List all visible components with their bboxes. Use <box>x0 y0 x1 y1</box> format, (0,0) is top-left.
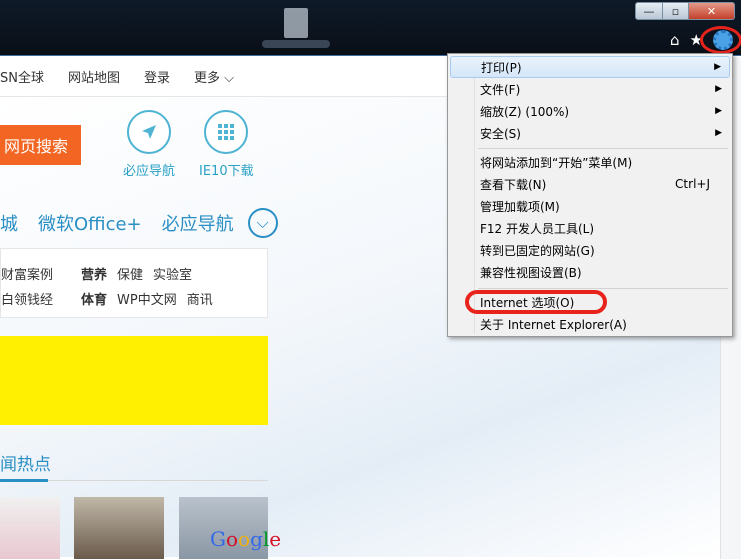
internet-options-annotation-circle <box>465 290 607 314</box>
feature-link[interactable]: 微软Office+ <box>38 210 142 236</box>
nav-sitemap[interactable]: 网站地图 <box>68 67 120 86</box>
window-controls: — ▫ ✕ <box>635 2 735 20</box>
browser-titlebar: — ▫ ✕ ⌂ ★ <box>0 0 741 56</box>
nav-global[interactable]: SN全球 <box>0 67 44 86</box>
submenu-arrow-icon: ▶ <box>715 106 722 116</box>
category-link[interactable]: 实验室 <box>153 264 192 283</box>
close-button[interactable]: ✕ <box>689 2 735 20</box>
submenu-arrow-icon: ▶ <box>715 128 722 138</box>
category-link[interactable]: 白领钱经 <box>1 289 53 308</box>
menu-item-pinned-sites[interactable]: 转到已固定的网站(G) <box>450 239 730 261</box>
shortcut-label: Ctrl+J <box>675 177 710 191</box>
menu-item-safety[interactable]: 安全(S) ▶ <box>450 122 730 144</box>
feature-link[interactable]: 必应导航 <box>162 210 234 236</box>
quick-link-bing-nav[interactable]: 必应导航 <box>123 110 175 179</box>
quick-link-ie10[interactable]: IE10下载 <box>199 110 254 179</box>
hot-news-title[interactable]: 闻热点 <box>0 450 51 475</box>
section-divider <box>0 479 268 482</box>
category-link[interactable]: 保健 <box>117 264 143 283</box>
nav-login[interactable]: 登录 <box>144 67 170 86</box>
category-links: 财富案例 营养 保健 实验室 白领钱经 体育 WP中文网 商讯 <box>0 248 268 318</box>
web-search-button[interactable]: 网页搜索 <box>0 125 81 165</box>
news-thumbnail[interactable] <box>0 497 60 559</box>
home-icon[interactable]: ⌂ <box>670 31 680 49</box>
submenu-arrow-icon: ▶ <box>715 84 722 94</box>
menu-item-manage-addons[interactable]: 管理加载项(M) <box>450 195 730 217</box>
feature-links: 城 微软Office+ 必应导航 ⌵ <box>0 208 278 238</box>
menu-item-compat-view[interactable]: 兼容性视图设置(B) <box>450 261 730 283</box>
feature-link[interactable]: 城 <box>0 210 18 236</box>
category-link[interactable]: 财富案例 <box>1 264 53 283</box>
minimize-button[interactable]: — <box>635 2 663 20</box>
menu-item-zoom[interactable]: 缩放(Z) (100%) ▶ <box>450 100 730 122</box>
category-heading[interactable]: 体育 <box>81 289 107 308</box>
grid-icon <box>204 110 249 154</box>
nav-more[interactable]: 更多 ⌵ <box>194 67 234 86</box>
category-heading[interactable]: 营养 <box>81 264 107 283</box>
gear-annotation-circle <box>700 26 741 54</box>
tab-page-icon[interactable] <box>284 8 308 38</box>
navigate-arrow-icon <box>127 110 171 154</box>
tab-title-blurred[interactable] <box>262 40 330 48</box>
yellow-banner-ad[interactable] <box>0 336 268 425</box>
category-link[interactable]: WP中文网 <box>117 289 177 308</box>
chevron-down-icon[interactable]: ⌵ <box>247 208 278 238</box>
quick-link-label: 必应导航 <box>123 164 176 179</box>
category-link[interactable]: 商讯 <box>187 289 213 308</box>
menu-item-file[interactable]: 文件(F) ▶ <box>450 78 730 100</box>
google-sign-text: Google <box>210 527 282 551</box>
menu-item-add-to-start[interactable]: 将网站添加到“开始”菜单(M) <box>450 151 730 173</box>
menu-item-view-downloads[interactable]: 查看下载(N) Ctrl+J <box>450 173 730 195</box>
news-thumbnail[interactable] <box>74 497 164 559</box>
maximize-button[interactable]: ▫ <box>663 2 689 20</box>
quick-link-label: IE10下载 <box>199 164 254 179</box>
submenu-arrow-icon: ▶ <box>714 62 721 72</box>
menu-separator <box>478 148 728 149</box>
menu-item-about-ie[interactable]: 关于 Internet Explorer(A) <box>450 313 730 335</box>
menu-item-print[interactable]: 打印(P) ▶ <box>450 56 730 78</box>
menu-item-f12-devtools[interactable]: F12 开发人员工具(L) <box>450 217 730 239</box>
menu-separator <box>478 288 728 289</box>
